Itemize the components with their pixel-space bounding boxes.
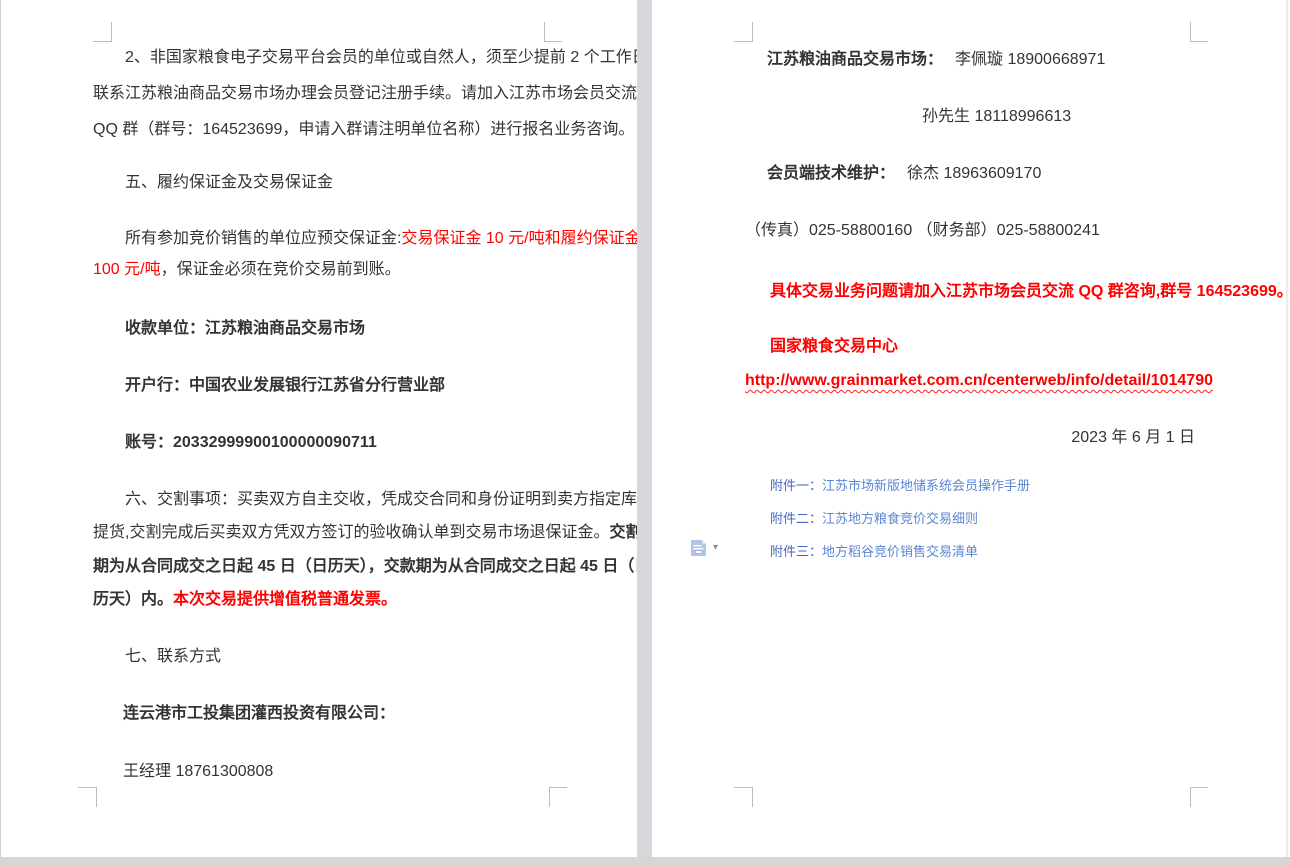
attachment-line-2: 附件二：江苏地方粮食竞价交易细则 bbox=[770, 510, 978, 528]
payee-line: 收款单位：江苏粮油商品交易市场 bbox=[125, 317, 365, 341]
page-1: 2、非国家粮食电子交易平台会员的单位或自然人，须至少提前 2 个工作日 联系江苏… bbox=[0, 0, 638, 857]
paragraph-line: 所有参加竞价销售的单位应预交保证金:交易保证金 10 元/吨和履约保证金 bbox=[125, 227, 641, 251]
paragraph-line: 历天）内。本次交易提供增值税普通发票。 bbox=[93, 588, 397, 612]
text-run: 国家粮食交易中心 bbox=[770, 338, 898, 355]
crop-mark-top-left-h bbox=[93, 41, 111, 42]
text-run: QQ 群（群号：164523699，申请入群请注明单位名称）进行报名业务咨询。 bbox=[93, 121, 634, 138]
paragraph-line: 2、非国家粮食电子交易平台会员的单位或自然人，须至少提前 2 个工作日 bbox=[125, 46, 648, 70]
document-view: { "doc": { "kind": "word-two-page-view" … bbox=[0, 0, 1290, 865]
workspace-right-edge bbox=[1286, 0, 1288, 857]
document-date-line: 2023 年 6 月 1 日 bbox=[745, 426, 1195, 450]
dropdown-arrow-icon: ▾ bbox=[713, 539, 718, 557]
page-gap-divider bbox=[637, 0, 652, 857]
text-run: 期为从合同成交之日起 45 日（日历天），交款期为从合同成交之日起 45 日（日 bbox=[93, 558, 650, 575]
text-run: 收款单位：江苏粮油商品交易市场 bbox=[125, 320, 365, 337]
paragraph-line: 期为从合同成交之日起 45 日（日历天），交款期为从合同成交之日起 45 日（日 bbox=[93, 555, 650, 579]
attachment-line-1: 附件一：江苏市场新版地储系统会员操作手册 bbox=[770, 477, 1030, 495]
attachment-link-rules[interactable]: 江苏地方粮食竞价交易细则 bbox=[822, 511, 978, 526]
paragraph-line: 100 元/吨，保证金必须在竞价交易前到账。 bbox=[93, 258, 401, 282]
deposit-amount-text: 100 元/吨 bbox=[93, 261, 161, 278]
crop-mark-top-right-h bbox=[1190, 41, 1208, 42]
attachment-label: 附件二： bbox=[770, 511, 822, 526]
text-run: （传真）025-58800160 （财务部）025-58800241 bbox=[745, 222, 1100, 239]
crop-mark-bottom-right-v bbox=[1190, 787, 1191, 807]
market-contact-line: 江苏粮油商品交易市场： 李佩璇 18900668971 bbox=[767, 48, 1105, 72]
grainmarket-url-line: http://www.grainmarket.com.cn/centerweb/… bbox=[745, 369, 1213, 393]
crop-mark-bottom-right-h bbox=[1190, 787, 1208, 788]
crop-mark-bottom-right-h bbox=[549, 787, 567, 788]
text-run: ，保证金必须在竞价交易前到账。 bbox=[161, 261, 401, 278]
text-run: 孙先生 18118996613 bbox=[922, 108, 1071, 125]
crop-mark-top-right-v bbox=[1190, 22, 1191, 42]
text-run: 连云港市工投集团灌西投资有限公司： bbox=[123, 705, 395, 722]
grain-trade-center-line: 国家粮食交易中心 bbox=[770, 335, 898, 359]
text-run: 五、履约保证金及交易保证金 bbox=[125, 174, 333, 191]
attachment-label: 附件一： bbox=[770, 478, 822, 493]
paragraph-line: 提货,交割完成后买卖双方凭双方签订的验收确认单到交易市场退保证金。交割 bbox=[93, 521, 641, 545]
text-run: 江苏粮油商品交易市场： bbox=[767, 51, 943, 68]
paragraph-line: 六、交割事项：买卖双方自主交收，凭成交合同和身份证明到卖方指定库点 bbox=[125, 488, 653, 512]
text-run: 提货,交割完成后买卖双方凭双方签订的验收确认单到交易市场退保证金。 bbox=[93, 524, 609, 541]
grainmarket-url-link[interactable]: http://www.grainmarket.com.cn/centerweb/… bbox=[745, 372, 1213, 389]
section-heading-contact: 七、联系方式 bbox=[125, 645, 221, 669]
attachment-line-3: 附件三：地方稻谷竞价销售交易清单 bbox=[770, 543, 978, 561]
text-run: 六、交割事项：买卖双方自主交收，凭成交合同和身份证明到卖方指定库点 bbox=[125, 491, 653, 508]
section-heading-margin-deposit: 五、履约保证金及交易保证金 bbox=[125, 171, 333, 195]
crop-mark-bottom-left-h bbox=[734, 787, 752, 788]
text-run: 联系江苏粮油商品交易市场办理会员登记注册手续。请加入江苏市场会员交流 bbox=[93, 85, 637, 102]
crop-mark-top-left-v bbox=[752, 22, 753, 42]
crop-mark-top-left-v bbox=[111, 22, 112, 42]
company-name-line: 连云港市工投集团灌西投资有限公司： bbox=[123, 702, 395, 726]
attachment-label: 附件三： bbox=[770, 544, 822, 559]
crop-mark-bottom-right-v bbox=[549, 787, 550, 807]
crop-mark-bottom-left-h bbox=[78, 787, 96, 788]
workspace-bottom-strip bbox=[0, 857, 1290, 865]
paste-options-button[interactable]: ▾ bbox=[690, 539, 718, 557]
crop-mark-top-left-h bbox=[734, 41, 752, 42]
paragraph-line: 联系江苏粮油商品交易市场办理会员登记注册手续。请加入江苏市场会员交流 bbox=[93, 82, 637, 106]
tech-support-line: 会员端技术维护： 徐杰 18963609170 bbox=[767, 162, 1041, 186]
contact-phone-line: 王经理 18761300808 bbox=[123, 760, 273, 784]
crop-mark-top-right-v bbox=[544, 22, 545, 42]
text-run: 开户行：中国农业发展银行江苏省分行营业部 bbox=[125, 377, 445, 394]
text-run: 具体交易业务问题请加入江苏市场会员交流 QQ 群咨询,群号 164523699。 bbox=[770, 283, 1290, 300]
text-run: 历天）内。 bbox=[93, 591, 173, 608]
text-run: 徐杰 18963609170 bbox=[907, 165, 1041, 182]
text-run: 会员端技术维护： bbox=[767, 165, 895, 182]
invoice-note-text: 本次交易提供增值税普通发票。 bbox=[173, 591, 397, 608]
text-run: 王经理 18761300808 bbox=[123, 763, 273, 780]
deposit-amount-text: 交易保证金 10 元/吨和履约保证金 bbox=[401, 230, 640, 247]
text-run: 七、联系方式 bbox=[125, 648, 221, 665]
crop-mark-bottom-left-v bbox=[96, 787, 97, 807]
paragraph-line: QQ 群（群号：164523699，申请入群请注明单位名称）进行报名业务咨询。 bbox=[93, 118, 634, 142]
text-run: 账号：20332999900100000090711 bbox=[125, 434, 377, 451]
account-number-line: 账号：20332999900100000090711 bbox=[125, 431, 377, 455]
contact-phone-line: 孙先生 18118996613 bbox=[922, 105, 1071, 129]
text-run: 李佩璇 18900668971 bbox=[955, 51, 1105, 68]
paste-options-icon bbox=[690, 539, 707, 557]
bank-line: 开户行：中国农业发展银行江苏省分行营业部 bbox=[125, 374, 445, 398]
date-text: 2023 年 6 月 1 日 bbox=[1071, 429, 1195, 446]
attachment-link-list[interactable]: 地方稻谷竞价销售交易清单 bbox=[822, 544, 978, 559]
qq-group-notice-line: 具体交易业务问题请加入江苏市场会员交流 QQ 群咨询,群号 164523699。 bbox=[770, 280, 1290, 304]
text-run: 2、非国家粮食电子交易平台会员的单位或自然人，须至少提前 2 个工作日 bbox=[125, 49, 648, 66]
fax-finance-line: （传真）025-58800160 （财务部）025-58800241 bbox=[745, 219, 1100, 243]
crop-mark-top-right-h bbox=[544, 41, 562, 42]
text-run: 所有参加竞价销售的单位应预交保证金: bbox=[125, 230, 401, 247]
attachment-link-manual[interactable]: 江苏市场新版地储系统会员操作手册 bbox=[822, 478, 1030, 493]
crop-mark-bottom-left-v bbox=[752, 787, 753, 807]
page-2: 江苏粮油商品交易市场： 李佩璇 18900668971 孙先生 181189966… bbox=[652, 0, 1290, 857]
